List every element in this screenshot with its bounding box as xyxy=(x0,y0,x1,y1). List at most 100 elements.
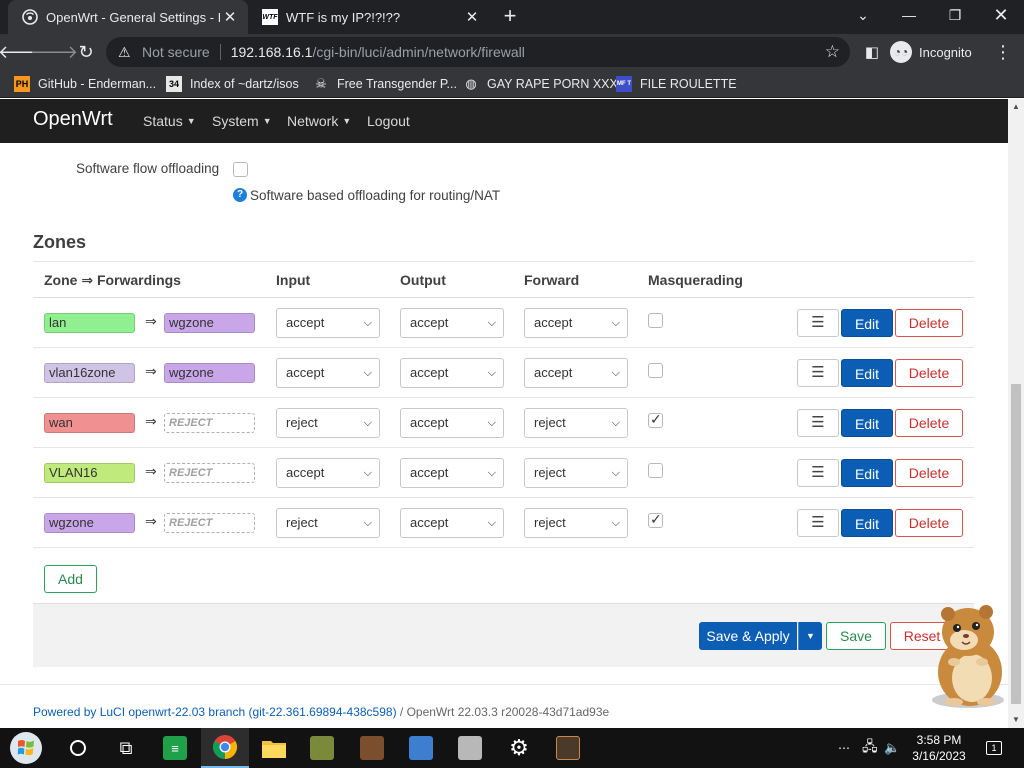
delete-button[interactable]: Delete xyxy=(895,359,963,387)
taskbar-explorer[interactable] xyxy=(250,728,298,768)
bookmark-gay-rape[interactable]: ◍ GAY RAPE PORN XXX xyxy=(463,74,618,94)
taskbar-app-game[interactable] xyxy=(298,728,346,768)
add-zone-button[interactable]: Add xyxy=(44,565,97,593)
forward-policy-select[interactable]: reject ⌵ xyxy=(524,508,628,538)
forward-policy-select[interactable]: reject ⌵ xyxy=(524,458,628,488)
new-tab-button[interactable]: + xyxy=(498,5,522,29)
input-policy-select[interactable]: reject ⌵ xyxy=(276,508,380,538)
forward-icon[interactable]: 🡒 xyxy=(30,39,78,65)
masquerading-checkbox[interactable] xyxy=(648,463,663,478)
clock[interactable]: 3:58 PM 3/16/2023 xyxy=(904,732,974,764)
delete-button[interactable]: Delete xyxy=(895,409,963,437)
search-button[interactable] xyxy=(54,728,102,768)
forward-target-badge: REJECT xyxy=(164,463,255,483)
offload-checkbox[interactable] xyxy=(233,162,248,177)
notification-center-button[interactable]: 1 xyxy=(984,728,1004,768)
masquerading-checkbox[interactable] xyxy=(648,411,663,428)
volume-icon[interactable]: 🔈 xyxy=(884,728,900,768)
forward-arrow: ⇒ xyxy=(145,513,157,529)
tab-search-icon[interactable]: ⌄ xyxy=(840,0,886,30)
menu-system[interactable]: System ▼ xyxy=(212,113,272,129)
hamster-mascot[interactable] xyxy=(924,604,1008,710)
side-panel-icon[interactable]: ◧ xyxy=(859,39,885,65)
menu-status[interactable]: Status ▼ xyxy=(143,113,196,129)
save-button[interactable]: Save xyxy=(826,622,886,650)
input-policy-select[interactable]: reject ⌵ xyxy=(276,408,380,438)
close-window-button[interactable]: ✕ xyxy=(978,0,1024,30)
tab-openwrt[interactable]: OpenWrt - General Settings - LuCI ✕ xyxy=(8,0,248,34)
menu-logout[interactable]: Logout xyxy=(367,113,410,129)
incognito-indicator[interactable]: ◔◔ Incognito xyxy=(890,39,972,65)
bookmark-file-roulette[interactable]: MF T FILE ROULETTE xyxy=(616,74,737,94)
chevron-down-icon: ⌵ xyxy=(363,317,372,329)
edit-button[interactable]: Edit xyxy=(841,459,893,487)
output-policy-select[interactable]: accept ⌵ xyxy=(400,308,504,338)
bookmark-dartz-isos[interactable]: 34 Index of ~dartz/isos xyxy=(166,74,299,94)
network-icon[interactable]: 🖧 xyxy=(862,728,878,768)
browser-tab-strip: OpenWrt - General Settings - LuCI ✕ WTF … xyxy=(0,0,1024,34)
edit-button[interactable]: Edit xyxy=(841,509,893,537)
delete-button[interactable]: Delete xyxy=(895,309,963,337)
bookmark-free-trans[interactable]: ☠ Free Transgender P... xyxy=(313,74,457,94)
output-policy-select[interactable]: accept ⌵ xyxy=(400,358,504,388)
close-tab-icon[interactable]: ✕ xyxy=(462,7,482,27)
masquerading-checkbox[interactable] xyxy=(648,363,663,378)
close-tab-icon[interactable]: ✕ xyxy=(220,7,240,27)
output-policy-select[interactable]: accept ⌵ xyxy=(400,458,504,488)
masquerading-checkbox[interactable] xyxy=(648,313,663,328)
edit-button[interactable]: Edit xyxy=(841,359,893,387)
restore-button[interactable]: ❐ xyxy=(932,0,978,30)
drag-handle-button[interactable]: ☰ xyxy=(797,309,839,337)
masquerading-checkbox[interactable] xyxy=(648,511,663,528)
page-scrollbar[interactable]: ▲ ▼ xyxy=(1008,99,1024,728)
edit-button[interactable]: Edit xyxy=(841,309,893,337)
taskbar-app-cubes[interactable] xyxy=(397,728,445,768)
chevron-down-icon: ⌵ xyxy=(611,417,620,429)
menu-network[interactable]: Network ▼ xyxy=(287,113,351,129)
openwrt-version: / OpenWrt 22.03.3 r20028-43d71ad93e xyxy=(396,705,610,719)
security-label[interactable]: Not secure xyxy=(142,44,210,60)
input-policy-select[interactable]: accept ⌵ xyxy=(276,358,380,388)
edit-button[interactable]: Edit xyxy=(841,409,893,437)
openwrt-brand[interactable]: OpenWrt xyxy=(33,108,113,131)
save-apply-button[interactable]: Save & Apply xyxy=(699,622,797,650)
delete-button[interactable]: Delete xyxy=(895,459,963,487)
tray-overflow-icon[interactable]: ⋯ xyxy=(838,728,850,768)
input-policy-select[interactable]: accept ⌵ xyxy=(276,308,380,338)
taskbar-app-video[interactable] xyxy=(544,728,592,768)
help-icon: ? xyxy=(233,188,247,202)
task-view-button[interactable]: ⧉ xyxy=(102,728,150,768)
taskbar-app-green[interactable]: ≡ xyxy=(151,728,199,768)
forward-policy-select[interactable]: reject ⌵ xyxy=(524,408,628,438)
reload-icon[interactable]: ↻ xyxy=(73,39,99,65)
taskbar-settings[interactable]: ⚙ xyxy=(495,728,543,768)
taskbar-app-character[interactable] xyxy=(348,728,396,768)
minimize-button[interactable]: — xyxy=(886,0,932,30)
scroll-down-icon[interactable]: ▼ xyxy=(1008,712,1024,728)
scroll-up-icon[interactable]: ▲ xyxy=(1008,99,1024,115)
taskbar-app-box[interactable] xyxy=(446,728,494,768)
tab-wtf-ip[interactable]: WTF WTF is my IP?!?!?? ✕ xyxy=(248,0,490,34)
apply-dropdown-icon[interactable]: ▼ xyxy=(798,622,822,650)
drag-handle-button[interactable]: ☰ xyxy=(797,409,839,437)
taskbar-chrome[interactable] xyxy=(201,728,249,768)
scroll-thumb[interactable] xyxy=(1011,384,1021,704)
drag-handle-button[interactable]: ☰ xyxy=(797,359,839,387)
bookmark-github[interactable]: PH GitHub - Enderman... xyxy=(14,74,156,94)
bookmark-star-icon[interactable]: ☆ xyxy=(825,42,840,62)
start-button[interactable] xyxy=(2,728,50,768)
drag-handle-button[interactable]: ☰ xyxy=(797,459,839,487)
forward-policy-select[interactable]: accept ⌵ xyxy=(524,308,628,338)
address-bar[interactable]: ⚠ Not secure 192.168.16.1/cgi-bin/luci/a… xyxy=(106,37,850,67)
output-policy-select[interactable]: accept ⌵ xyxy=(400,408,504,438)
luci-link[interactable]: Powered by LuCI openwrt-22.03 branch (gi… xyxy=(33,705,397,719)
drag-handle-button[interactable]: ☰ xyxy=(797,509,839,537)
delete-button[interactable]: Delete xyxy=(895,509,963,537)
warning-icon[interactable]: ⚠ xyxy=(118,44,136,61)
forward-policy-select[interactable]: accept ⌵ xyxy=(524,358,628,388)
chevron-down-icon: ⌵ xyxy=(363,367,372,379)
windows-taskbar: ⧉ ≡ ⚙ ⋯ 🖧 🔈 3:58 PM 3/16/2023 1 xyxy=(0,728,1024,768)
input-policy-select[interactable]: accept ⌵ xyxy=(276,458,380,488)
menu-kebab-icon[interactable]: ⋮ xyxy=(990,39,1016,65)
output-policy-select[interactable]: accept ⌵ xyxy=(400,508,504,538)
